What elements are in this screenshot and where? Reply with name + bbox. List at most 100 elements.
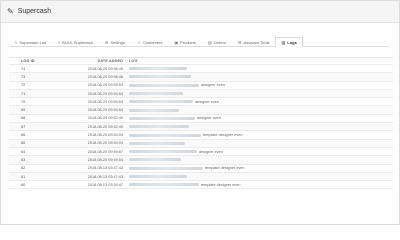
log-cell <box>126 75 393 79</box>
table-row: 63 2018-08-20 09:49:54 <box>9 156 393 165</box>
redacted-log-text <box>129 141 185 145</box>
log-cell <box>126 67 393 71</box>
log-id-cell: 74 <box>21 66 26 71</box>
table-row: 68 2018-08-20 09:52:49 designer even <box>9 115 393 124</box>
tab-settings[interactable]: ⚙ Settings <box>99 37 131 46</box>
log-id-cell: 66 <box>21 133 26 138</box>
date-added-cell: 2018-08-20 09:52:49 <box>87 124 123 129</box>
wrench-icon: ⚒ <box>237 39 242 45</box>
log-id-cell: 72 <box>21 83 26 88</box>
date-added-cell: 2018-08-20 09:56:46 <box>87 66 123 71</box>
logs-table: LOG ID DATE ADDED LOG 74 2018-08-20 09:56… <box>9 57 393 190</box>
panel-header: ✎ Supercash <box>1 1 399 23</box>
table-row: 70 2018-08-20 09:55:53 designer even <box>9 98 393 107</box>
tab-label: Supercash List <box>19 39 46 45</box>
redacted-log-text <box>129 158 181 162</box>
table-row: 73 2018-08-20 09:56:46 <box>9 73 393 82</box>
redacted-log-text <box>129 92 183 96</box>
log-id-cell: 60 <box>21 182 26 187</box>
log-id-cell: 61 <box>21 174 26 179</box>
supercash-panel: ✎ Supercash ≡ Supercash List ≡ BULK Superca… <box>0 0 400 225</box>
panel-title: Supercash <box>17 8 52 15</box>
log-id-cell: 70 <box>21 99 26 104</box>
redacted-log-text <box>129 183 199 187</box>
date-added-cell: 2018-08-20 09:50:04 <box>87 133 123 138</box>
table-row: 62 2018-08-13 03:47:43 template designer e… <box>9 165 393 173</box>
tab-products[interactable]: ▣ Products <box>168 37 202 46</box>
redacted-log-text <box>129 67 187 71</box>
redacted-log-text <box>129 133 201 137</box>
log-suffix-text: template designer even <box>201 182 241 187</box>
tab-label: Products <box>180 39 196 45</box>
date-added-cell: 2018-08-13 03:47:43 <box>87 174 123 179</box>
tab-supercash-list[interactable]: ≡ Supercash List <box>9 37 52 46</box>
redacted-log-text <box>129 175 187 178</box>
log-id-cell: 67 <box>21 124 26 129</box>
table-row: 66 2018-08-20 09:50:04 template designer e… <box>9 131 393 140</box>
log-id-cell: 71 <box>21 91 26 96</box>
box-icon: ▣ <box>174 39 179 45</box>
table-row: 72 2018-08-20 09:55:53 designer even <box>9 82 393 90</box>
tab-label: Customers <box>142 39 163 45</box>
tab-label: Logs <box>287 40 297 45</box>
log-cell: template designer even <box>126 183 393 187</box>
date-added-cell: 2018-08-20 09:55:53 <box>87 91 123 96</box>
date-added-cell: 2018-08-20 09:52:49 <box>87 116 123 121</box>
log-cell <box>126 175 393 178</box>
redacted-log-text <box>129 116 195 120</box>
tab-label: Settings <box>110 39 125 45</box>
table-row: 61 2018-08-13 03:47:43 <box>9 172 393 182</box>
date-added-cell: 2018-08-20 09:56:46 <box>87 74 123 79</box>
tab-bar: ≡ Supercash List ≡ BULK Supercash ⚙ Settings ☺… <box>9 37 389 47</box>
log-id-cell: 69 <box>21 108 26 113</box>
tab-customers[interactable]: ☺ Customers <box>131 37 168 46</box>
date-added-cell: 2018-08-20 09:55:53 <box>87 108 123 113</box>
tab-label: BULK Supercash <box>62 39 93 45</box>
date-added-cell: 2018-08-20 09:50:04 <box>87 141 123 146</box>
tab-logs[interactable]: ▥ Logs <box>275 37 303 47</box>
log-id-cell: 62 <box>21 166 26 171</box>
date-added-cell: 2018-08-20 09:55:53 <box>87 83 123 88</box>
table-row: 74 2018-08-20 09:56:46 <box>9 65 393 74</box>
tab-advance-tools[interactable]: ⚒ Advance Tools <box>232 37 276 46</box>
log-suffix-text: designer even <box>201 83 225 88</box>
date-added-cell: 2018-08-20 09:49:54 <box>87 157 123 162</box>
date-added-cell: 2018-08-20 09:49:57 <box>87 149 123 154</box>
tab-orders[interactable]: ▤ Orders <box>202 37 232 46</box>
tab-label: Orders <box>213 39 226 45</box>
redacted-log-text <box>129 83 199 87</box>
cart-icon: ▤ <box>207 39 212 45</box>
log-suffix-text: template designer even <box>203 133 243 138</box>
column-log-id: LOG ID <box>21 59 35 63</box>
list-icon: ≡ <box>15 39 18 45</box>
log-id-cell: 68 <box>21 116 26 121</box>
log-id-cell: 64 <box>21 149 26 154</box>
table-row: 67 2018-08-20 09:52:49 <box>9 123 393 132</box>
table-row: 60 2018-08-13 03:30:47 template designer e… <box>9 181 393 190</box>
log-cell <box>126 158 393 162</box>
log-cell <box>126 125 393 129</box>
log-suffix-text: template designer even <box>205 166 245 171</box>
log-cell: template designer even <box>126 133 393 137</box>
user-icon: ☺ <box>136 39 141 45</box>
log-cell: template designer even <box>126 166 393 170</box>
table-row: 64 2018-08-20 09:49:57 designer even <box>9 148 393 157</box>
gear-icon: ⚙ <box>104 39 109 45</box>
date-added-cell: 2018-08-13 03:30:47 <box>87 182 123 187</box>
log-cell <box>126 141 393 145</box>
log-cell: designer even <box>126 150 393 154</box>
tab-bulk-supercash[interactable]: ≡ BULK Supercash <box>52 37 99 46</box>
date-added-cell: 2018-08-13 03:47:43 <box>87 166 123 171</box>
log-suffix-text: designer even <box>195 99 219 104</box>
table-header: LOG ID DATE ADDED LOG <box>9 58 393 65</box>
table-row: 69 2018-08-20 09:55:53 <box>9 106 393 115</box>
column-log: LOG <box>129 59 138 63</box>
redacted-log-text <box>129 100 193 104</box>
redacted-log-text <box>129 75 191 79</box>
log-id-cell: 65 <box>21 141 26 146</box>
log-suffix-text: designer even <box>199 149 223 154</box>
log-cell <box>126 108 393 112</box>
redacted-log-text <box>129 166 203 170</box>
log-id-cell: 63 <box>21 157 26 162</box>
table-row: 71 2018-08-20 09:55:53 <box>9 89 393 99</box>
